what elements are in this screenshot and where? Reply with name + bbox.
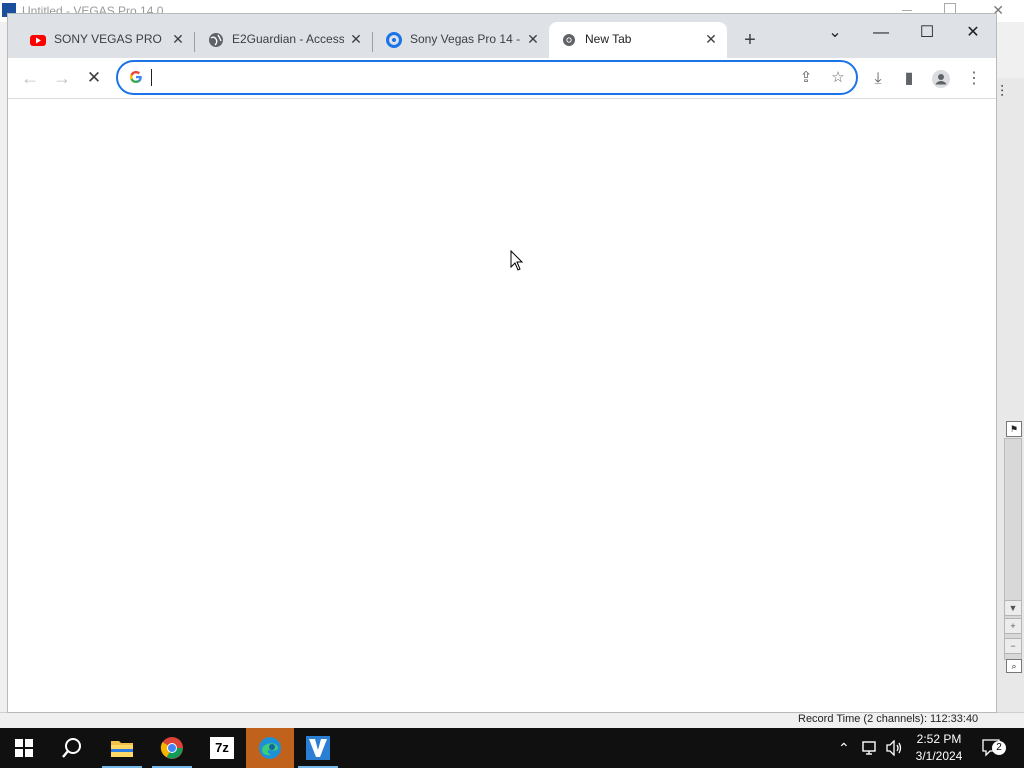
taskbar-vegas[interactable] (294, 728, 342, 768)
clock-time: 2:52 PM (916, 732, 962, 746)
youtube-icon (30, 35, 46, 46)
profile-avatar-icon[interactable] (930, 68, 952, 90)
system-clock[interactable]: 2:52 PM 3/1/2024 (904, 731, 974, 765)
tab-close-icon[interactable]: ✕ (347, 30, 365, 48)
taskbar: 7z ⌃ 2:52 PM 3/1/2024 2 (0, 728, 1024, 768)
search-button[interactable] (48, 728, 96, 768)
vegas-restore-icon[interactable] (944, 3, 956, 14)
clock-date: 3/1/2024 (915, 749, 963, 763)
download-icon[interactable]: ⤓ (867, 68, 889, 90)
chrome-icon (160, 737, 183, 759)
share-icon[interactable]: ⇪ (796, 68, 816, 88)
windows-icon (15, 739, 33, 757)
bookmark-star-icon[interactable]: ☆ (828, 68, 848, 88)
scroll-down-button[interactable]: ▼ (1004, 600, 1022, 616)
google-icon (130, 71, 142, 83)
mouse-cursor-icon (510, 250, 524, 271)
side-panel-icon[interactable]: ▮ (898, 68, 920, 90)
globe-icon (209, 33, 223, 47)
start-button[interactable] (0, 728, 48, 768)
search-icon (62, 738, 81, 758)
minimize-icon[interactable]: — (858, 18, 904, 48)
action-center-button[interactable]: 2 (982, 728, 1006, 768)
edge-style-icon (386, 32, 402, 48)
tab-title: Sony Vegas Pro 14 - (410, 32, 521, 46)
text-caret (151, 69, 152, 86)
show-hidden-icons[interactable]: ⌃ (838, 728, 850, 768)
taskbar-7zip[interactable]: 7z (198, 728, 246, 768)
tab-title: New Tab (585, 32, 632, 46)
back-arrow-icon[interactable]: ← (16, 66, 44, 90)
tab-title: SONY VEGAS PRO 14 (54, 32, 166, 46)
notification-badge: 2 (992, 741, 1006, 755)
forward-arrow-icon[interactable]: → (48, 66, 76, 90)
tab-sony-vegas[interactable]: Sony Vegas Pro 14 - ✕ (374, 22, 548, 58)
more-menu-icon[interactable]: ⋮ (963, 68, 985, 90)
chrome-icon (563, 34, 575, 46)
tab-close-icon[interactable]: ✕ (169, 30, 187, 48)
tab-close-icon[interactable]: ✕ (524, 30, 542, 48)
page-content[interactable] (8, 99, 996, 712)
vegas-icon (306, 736, 330, 760)
stop-loading-icon[interactable]: ✕ (80, 66, 108, 90)
tab-e2guardian[interactable]: E2Guardian - Access ✕ (196, 22, 372, 58)
browser-window: SONY VEGAS PRO 14 ✕ E2Guardian - Access … (8, 14, 996, 712)
taskbar-edge[interactable] (246, 728, 294, 768)
tab-title: E2Guardian - Access (232, 32, 344, 46)
new-tab-button[interactable]: + (738, 28, 762, 52)
zoom-out-button[interactable]: − (1004, 638, 1022, 654)
7z-icon: 7z (210, 737, 234, 759)
volume-icon[interactable] (886, 728, 904, 768)
omnibox-input[interactable] (150, 67, 754, 90)
chevron-up-icon: ⌃ (838, 739, 850, 756)
tab-separator (372, 32, 373, 52)
zoom-in-button[interactable]: + (1004, 618, 1022, 634)
tab-new-tab[interactable]: New Tab ✕ (549, 22, 727, 58)
address-bar[interactable]: ⇪ ☆ (116, 60, 858, 95)
tab-close-icon[interactable]: ✕ (702, 30, 720, 48)
browser-toolbar: ← → ✕ ⇪ ☆ ⤓ ▮ ⋮ (8, 58, 996, 99)
taskbar-file-explorer[interactable] (98, 728, 146, 768)
mixer-icon[interactable]: ⫶ (1000, 84, 1004, 102)
network-icon[interactable] (862, 728, 880, 768)
tab-strip: SONY VEGAS PRO 14 ✕ E2Guardian - Access … (8, 14, 996, 58)
tab-separator (194, 32, 195, 52)
close-icon[interactable]: ✕ (950, 18, 996, 48)
zoom-tool-icon[interactable]: ⌕ (1006, 659, 1022, 673)
tab-youtube[interactable]: SONY VEGAS PRO 14 ✕ (18, 22, 194, 58)
tab-search-icon[interactable]: ⌄ (812, 18, 858, 48)
marker-flag-icon[interactable]: ⚑ (1006, 421, 1022, 437)
edge-icon (259, 737, 281, 759)
taskbar-chrome[interactable] (148, 728, 196, 768)
record-time-status: Record Time (2 channels): 112:33:40 (798, 713, 979, 725)
vegas-minimize-icon[interactable] (902, 10, 912, 11)
folder-icon (111, 741, 133, 757)
maximize-icon[interactable]: ☐ (904, 18, 950, 48)
